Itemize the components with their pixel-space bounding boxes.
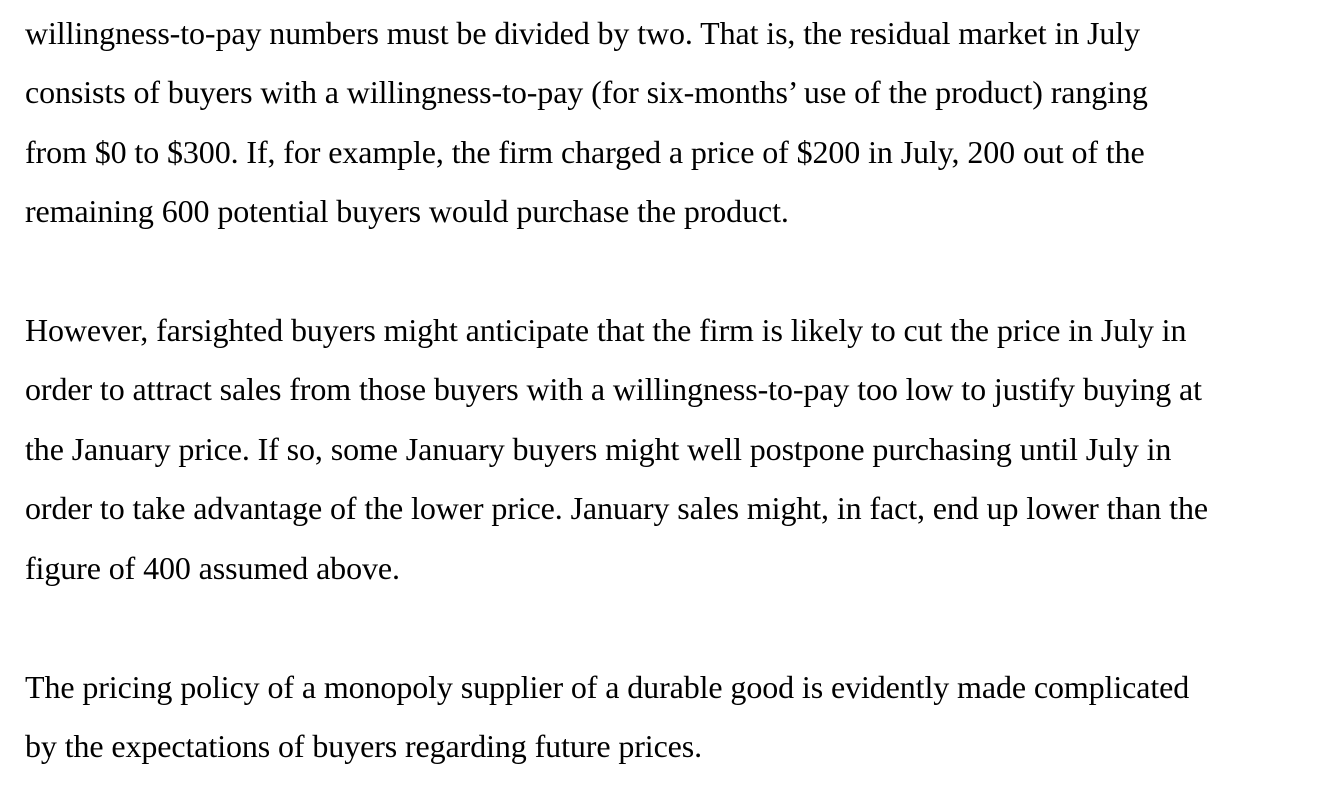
paragraph-residual-market: willingness-to-pay numbers must be divid… <box>25 4 1148 242</box>
text-line: However, farsighted buyers might anticip… <box>25 312 1187 348</box>
text-line: The pricing policy of a monopoly supplie… <box>25 669 1190 705</box>
text-line: order to attract sales from those buyers… <box>25 371 1202 408</box>
text-line: order to take advantage of the lower pri… <box>25 490 1208 527</box>
text-line: by the expectations of buyers regarding … <box>25 728 703 765</box>
text-line: remaining 600 potential buyers would pur… <box>25 193 789 230</box>
paragraph-pricing-policy: The pricing policy of a monopoly supplie… <box>25 658 1189 777</box>
paragraph-farsighted-buyers: However, farsighted buyers might anticip… <box>25 301 1208 598</box>
text-line: figure of 400 assumed above. <box>25 549 400 586</box>
text-line: willingness-to-pay numbers must be divid… <box>25 15 1140 51</box>
text-line: the January price. If so, some January b… <box>25 430 1172 467</box>
text-line: from $0 to $300. If, for example, the fi… <box>25 133 1145 170</box>
text-line: consists of buyers with a willingness-to… <box>25 74 1148 111</box>
